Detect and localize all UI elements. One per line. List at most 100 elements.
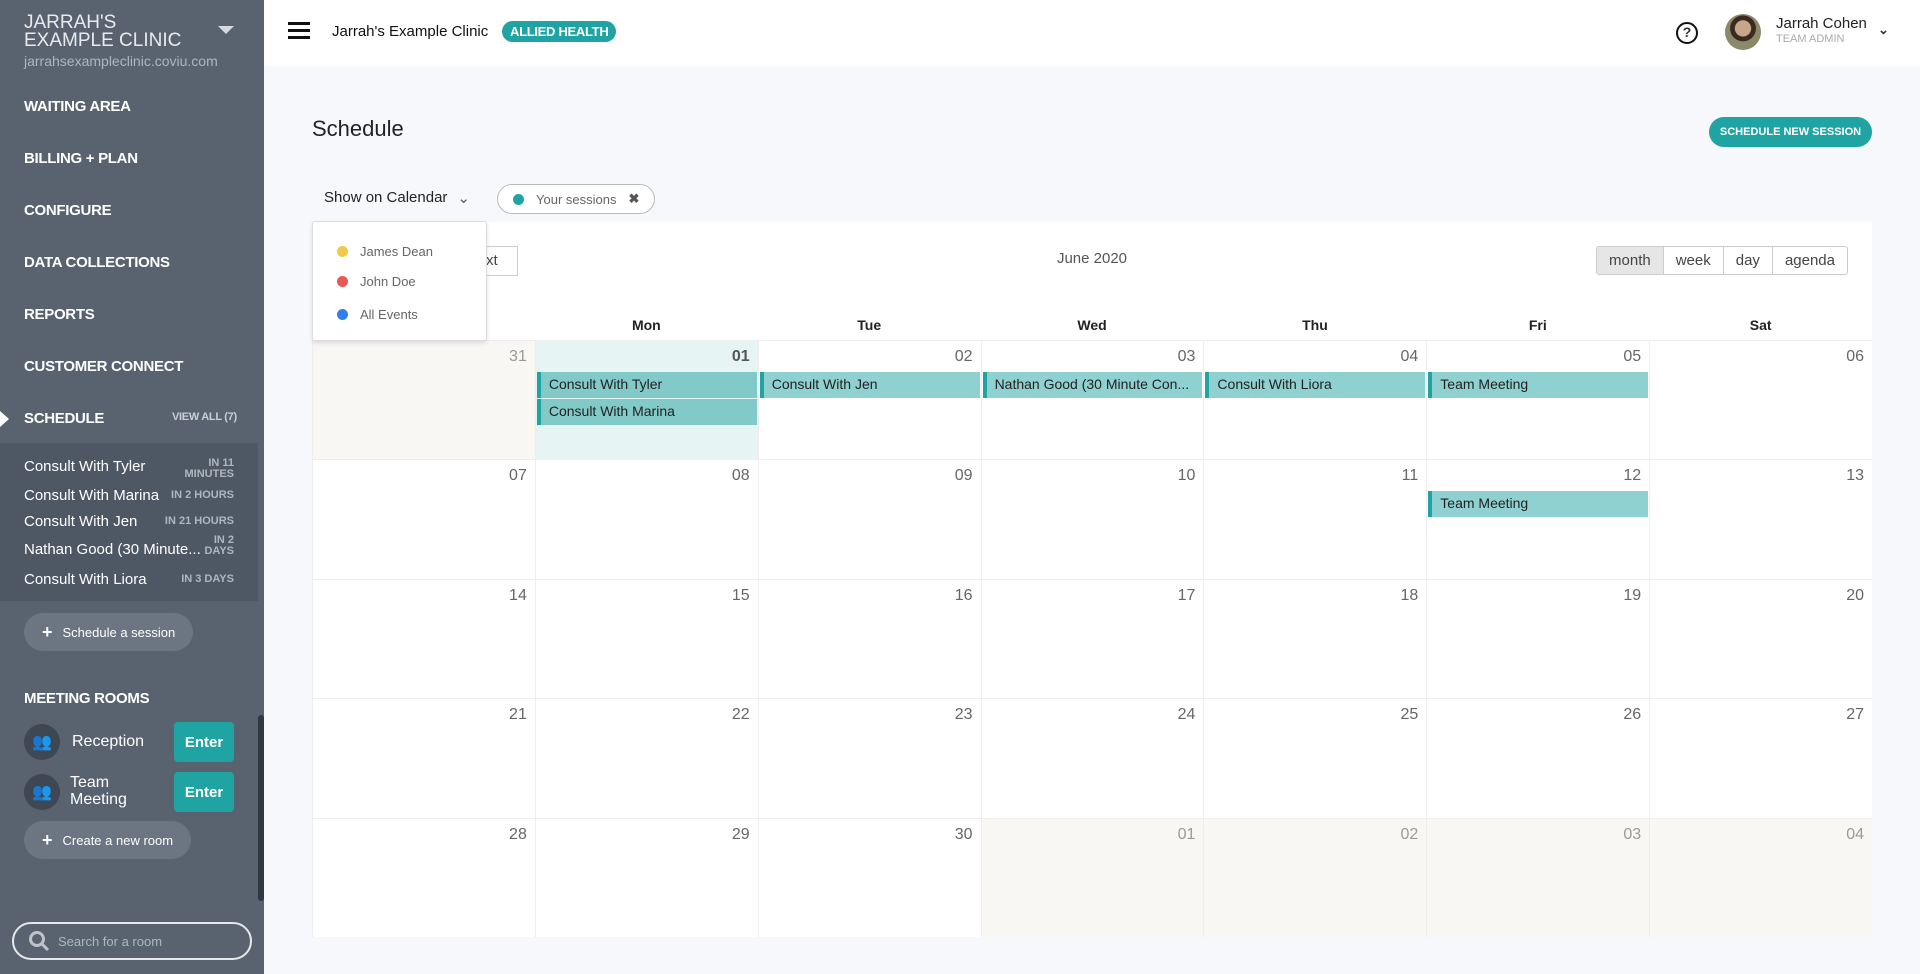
day-cell[interactable]: 11: [1203, 459, 1427, 579]
menu-label: James Dean: [360, 244, 433, 259]
create-room-button[interactable]: + Create a new room: [24, 821, 192, 859]
day-cell[interactable]: 28: [312, 817, 535, 937]
day-cell[interactable]: 02: [1203, 817, 1427, 937]
day-cell[interactable]: 04: [1649, 817, 1872, 937]
menu-label: John Doe: [360, 274, 416, 289]
day-cell[interactable]: 03: [980, 340, 1204, 460]
day-cell[interactable]: 10: [980, 459, 1204, 579]
day-cell[interactable]: 19: [1426, 578, 1650, 699]
day-cell[interactable]: 29: [534, 817, 758, 937]
menu-item-james-dean[interactable]: James Dean: [337, 244, 433, 259]
day-cell[interactable]: 31: [312, 340, 535, 460]
schedule-new-session-button[interactable]: SCHEDULE NEW SESSION: [1709, 117, 1872, 147]
blue-dot-icon: [337, 309, 348, 320]
dropdown-label: Show on Calendar: [324, 189, 448, 206]
close-icon[interactable]: ✖: [628, 191, 639, 207]
day-cell[interactable]: 04: [1203, 340, 1427, 460]
menu-item-all-events[interactable]: All Events: [337, 307, 418, 322]
view-all-link[interactable]: VIEW ALL (7): [172, 411, 237, 423]
day-cell[interactable]: 03: [1426, 817, 1650, 937]
avatar[interactable]: [1725, 14, 1761, 50]
enter-team-meeting-button[interactable]: Enter: [174, 772, 234, 812]
group-icon: 👥: [24, 724, 60, 760]
day-cell[interactable]: 24: [980, 698, 1204, 818]
day-cell[interactable]: 26: [1426, 698, 1650, 818]
view-month-button[interactable]: month: [1596, 246, 1664, 275]
calendar-event[interactable]: Consult With Jen: [759, 372, 980, 398]
nav-reports[interactable]: REPORTS: [24, 306, 95, 323]
nav-schedule[interactable]: SCHEDULE: [24, 410, 104, 427]
user-name: Jarrah Cohen: [1776, 15, 1867, 32]
day-cell[interactable]: 13: [1649, 459, 1872, 579]
weekday-header: Wed: [1077, 317, 1107, 333]
day-cell[interactable]: 15: [534, 578, 758, 699]
clinic-menu-caret-icon[interactable]: [218, 26, 234, 34]
view-agenda-button[interactable]: agenda: [1771, 246, 1848, 275]
view-week-button[interactable]: week: [1662, 246, 1724, 275]
session-title: Consult With Tyler: [24, 458, 146, 475]
red-dot-icon: [337, 276, 348, 287]
day-cell[interactable]: 14: [312, 578, 535, 699]
hamburger-menu-icon[interactable]: [288, 22, 310, 39]
session-item[interactable]: Consult With Liora IN 3 DAYS: [24, 571, 234, 588]
sidebar-scrollbar[interactable]: [258, 715, 264, 901]
day-cell[interactable]: 09: [757, 459, 981, 579]
top-bar: Jarrah's Example Clinic ALLIED HEALTH ? …: [264, 0, 1920, 66]
day-cell[interactable]: 08: [534, 459, 758, 579]
nav-data-collections[interactable]: DATA COLLECTIONS: [24, 254, 170, 271]
day-cell[interactable]: 01: [980, 817, 1204, 937]
page-title: Schedule: [312, 116, 404, 141]
clinic-url: jarrahsexampleclinic.coviu.com: [24, 53, 218, 69]
nav-configure[interactable]: CONFIGURE: [24, 202, 112, 219]
day-cell[interactable]: 21: [312, 698, 535, 818]
weekday-header: Sat: [1749, 317, 1772, 333]
day-cell[interactable]: 20: [1649, 578, 1872, 699]
day-cell[interactable]: 12: [1426, 459, 1650, 579]
day-cell[interactable]: 02: [757, 340, 981, 460]
upcoming-sessions: Consult With Tyler IN 11 MINUTES Consult …: [0, 443, 258, 601]
day-cell[interactable]: 25: [1203, 698, 1427, 818]
calendar-event[interactable]: Consult With Tyler: [536, 372, 757, 398]
button-label: Schedule a session: [62, 624, 176, 640]
day-cell[interactable]: 30: [757, 817, 981, 937]
calendar-event[interactable]: Nathan Good (30 Minute Con...: [982, 372, 1203, 398]
show-on-calendar-dropdown[interactable]: Show on Calendar ⌄: [324, 189, 470, 207]
chevron-down-icon[interactable]: ⌄: [1878, 22, 1889, 38]
calendar-event[interactable]: Team Meeting: [1428, 491, 1649, 518]
plus-icon: +: [42, 829, 53, 850]
session-item[interactable]: Nathan Good (30 Minute... IN 2 DAYS: [24, 535, 234, 559]
room-search-input[interactable]: Search for a room: [12, 922, 252, 960]
day-cell[interactable]: 27: [1649, 698, 1872, 818]
day-cell[interactable]: 22: [534, 698, 758, 818]
session-item[interactable]: Consult With Marina IN 2 HOURS: [24, 487, 234, 504]
day-cell[interactable]: 16: [757, 578, 981, 699]
day-cell[interactable]: 05: [1426, 340, 1650, 460]
session-when: IN 3 DAYS: [181, 573, 234, 585]
calendar-event[interactable]: Consult With Marina: [536, 399, 757, 425]
session-item[interactable]: Consult With Jen IN 21 HOURS: [24, 513, 234, 530]
enter-reception-button[interactable]: Enter: [174, 722, 234, 762]
calendar-event[interactable]: Team Meeting: [1428, 372, 1649, 398]
nav-customer-connect[interactable]: CUSTOMER CONNECT: [24, 358, 183, 375]
session-when: IN 11 MINUTES: [184, 457, 235, 480]
session-title: Consult With Jen: [24, 513, 138, 530]
active-indicator-icon: [0, 411, 9, 427]
menu-item-john-doe[interactable]: John Doe: [337, 274, 416, 289]
day-cell[interactable]: 07: [312, 459, 535, 579]
calendar-event[interactable]: Consult With Liora: [1205, 372, 1426, 398]
session-item[interactable]: Consult With Tyler IN 11 MINUTES: [24, 458, 234, 480]
view-day-button[interactable]: day: [1722, 246, 1773, 275]
help-icon[interactable]: ?: [1676, 22, 1698, 44]
day-cell[interactable]: 17: [980, 578, 1204, 699]
schedule-session-button[interactable]: + Schedule a session: [24, 613, 194, 651]
session-title: Nathan Good (30 Minute...: [24, 541, 201, 558]
nav-billing-plan[interactable]: BILLING + PLAN: [24, 150, 138, 167]
chevron-down-icon: ⌄: [457, 190, 470, 207]
day-cell[interactable]: 18: [1203, 578, 1427, 699]
weekday-header: Tue: [857, 317, 882, 333]
weekday-header: Fri: [1528, 317, 1547, 333]
day-cell[interactable]: 06: [1649, 340, 1872, 460]
clinic-title: Jarrah's Example Clinic: [332, 23, 489, 40]
nav-waiting-area[interactable]: WAITING AREA: [24, 98, 131, 115]
day-cell[interactable]: 23: [757, 698, 981, 818]
